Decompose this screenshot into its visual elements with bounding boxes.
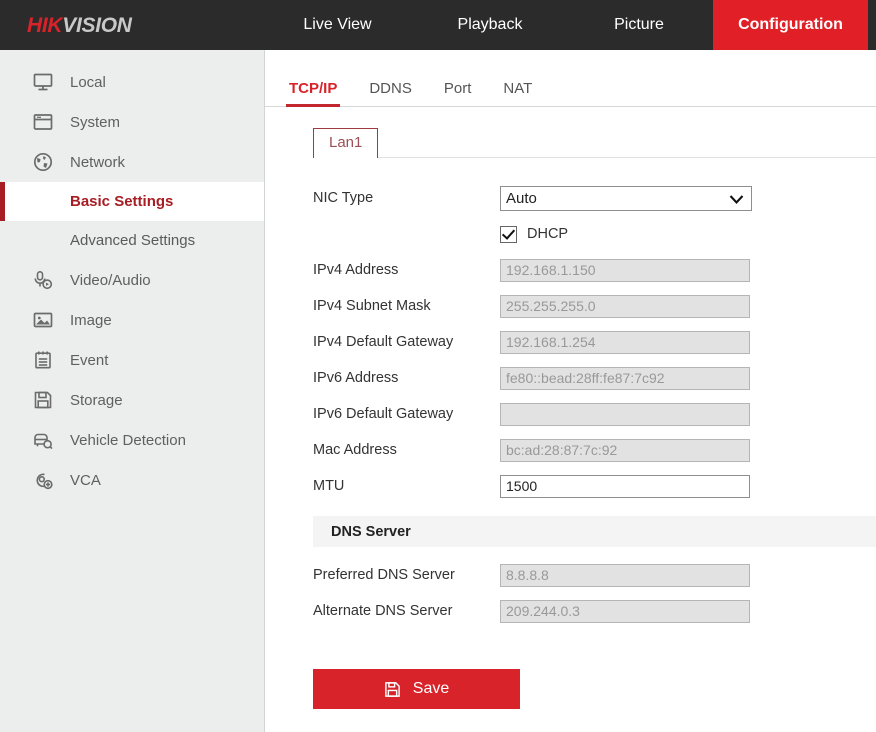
- globe-icon: [30, 149, 56, 175]
- window-icon: [30, 109, 56, 135]
- hikvision-logo: HIKVISION: [0, 0, 260, 50]
- sidebar-item-label: Network: [70, 155, 125, 170]
- form-row-mac-address: Mac Address: [313, 432, 876, 468]
- sidebar-item-event[interactable]: Event: [0, 340, 264, 380]
- form-row-ipv6-default-gateway: IPv6 Default Gateway: [313, 396, 876, 432]
- top-navigation: Live View Playback Picture Configuration: [260, 0, 876, 50]
- ipv6-default-gateway-label: IPv6 Default Gateway: [313, 406, 500, 422]
- alternate-dns-input[interactable]: [500, 600, 750, 623]
- notepad-icon: [30, 347, 56, 373]
- ipv4-subnet-mask-label: IPv4 Subnet Mask: [313, 298, 500, 314]
- dhcp-checkbox[interactable]: [500, 226, 517, 243]
- logo-hik-text: HIK: [27, 14, 62, 37]
- sidebar-item-label: Video/Audio: [70, 273, 151, 288]
- sidebar-item-local[interactable]: Local: [0, 62, 264, 102]
- top-header-bar: HIKVISION Live View Playback Picture Con…: [0, 0, 876, 50]
- sidebar-item-basic-settings[interactable]: Basic Settings: [0, 182, 264, 221]
- nav-item-live-view[interactable]: Live View: [260, 0, 415, 50]
- logo-vision-text: VISION: [62, 14, 131, 37]
- preferred-dns-label: Preferred DNS Server: [313, 567, 500, 583]
- form-row-ipv4-default-gateway: IPv4 Default Gateway: [313, 324, 876, 360]
- nav-item-configuration[interactable]: Configuration: [713, 0, 868, 50]
- picture-icon: [30, 307, 56, 333]
- nic-type-select-wrapper[interactable]: Auto: [500, 186, 752, 211]
- vca-icon: [30, 467, 56, 493]
- save-button-label: Save: [413, 680, 449, 698]
- ipv6-address-label: IPv6 Address: [313, 370, 500, 386]
- sidebar-item-storage[interactable]: Storage: [0, 380, 264, 420]
- nic-type-label: NIC Type: [313, 190, 500, 206]
- form-row-ipv4-subnet-mask: IPv4 Subnet Mask: [313, 288, 876, 324]
- sidebar-item-label: Image: [70, 313, 112, 328]
- ipv4-default-gateway-label: IPv4 Default Gateway: [313, 334, 500, 350]
- sidebar-item-vehicle-detection[interactable]: Vehicle Detection: [0, 420, 264, 460]
- form-row-mtu: MTU: [313, 468, 876, 504]
- mtu-input[interactable]: [500, 475, 750, 498]
- form-row-nic-type: NIC Type Auto: [313, 180, 876, 216]
- main-content: TCP/IP DDNS Port NAT Lan1 NIC Type Auto: [265, 50, 876, 732]
- sidebar-item-video-audio[interactable]: Video/Audio: [0, 260, 264, 300]
- save-button[interactable]: Save: [313, 669, 520, 709]
- ipv4-address-label: IPv4 Address: [313, 262, 500, 278]
- tab-tcpip[interactable]: TCP/IP: [289, 80, 337, 106]
- alternate-dns-label: Alternate DNS Server: [313, 603, 500, 619]
- nic-type-select[interactable]: Auto: [500, 186, 752, 211]
- form-row-ipv6-address: IPv6 Address: [313, 360, 876, 396]
- tab-nat[interactable]: NAT: [503, 80, 532, 106]
- sidebar-subitem-label: Basic Settings: [70, 193, 173, 210]
- ipv4-address-input[interactable]: [500, 259, 750, 282]
- lan-tab-bar: Lan1: [313, 125, 876, 158]
- sidebar-navigation: Local System Network: [0, 50, 265, 732]
- save-button-area: Save: [265, 669, 876, 709]
- sidebar-item-network[interactable]: Network: [0, 142, 264, 182]
- mac-address-label: Mac Address: [313, 442, 500, 458]
- sidebar-item-image[interactable]: Image: [0, 300, 264, 340]
- floppy-disk-icon: [384, 681, 401, 698]
- mac-address-input[interactable]: [500, 439, 750, 462]
- nav-item-playback[interactable]: Playback: [415, 0, 565, 50]
- tcpip-form: NIC Type Auto DHCP IPv4 Address IPv4 Sub…: [265, 180, 876, 504]
- vehicle-search-icon: [30, 427, 56, 453]
- sidebar-item-label: VCA: [70, 473, 101, 488]
- nav-item-picture[interactable]: Picture: [565, 0, 713, 50]
- preferred-dns-input[interactable]: [500, 564, 750, 587]
- tab-port[interactable]: Port: [444, 80, 472, 106]
- form-row-preferred-dns: Preferred DNS Server: [313, 557, 876, 593]
- form-row-ipv4-address: IPv4 Address: [313, 252, 876, 288]
- page-body: Local System Network: [0, 50, 876, 732]
- ipv4-default-gateway-input[interactable]: [500, 331, 750, 354]
- sidebar-item-advanced-settings[interactable]: Advanced Settings: [0, 221, 264, 260]
- form-row-alternate-dns: Alternate DNS Server: [313, 593, 876, 629]
- sidebar-item-label: Storage: [70, 393, 123, 408]
- ipv4-subnet-mask-input[interactable]: [500, 295, 750, 318]
- sidebar-item-vca[interactable]: VCA: [0, 460, 264, 500]
- dns-server-section-header: DNS Server: [313, 516, 876, 547]
- content-tab-bar: TCP/IP DDNS Port NAT: [265, 63, 876, 107]
- tab-lan1[interactable]: Lan1: [313, 128, 378, 158]
- dns-form: Preferred DNS Server Alternate DNS Serve…: [265, 557, 876, 629]
- mtu-label: MTU: [313, 478, 500, 494]
- ipv6-default-gateway-input[interactable]: [500, 403, 750, 426]
- sidebar-item-label: System: [70, 115, 120, 130]
- floppy-disk-icon: [30, 387, 56, 413]
- sidebar-item-system[interactable]: System: [0, 102, 264, 142]
- tab-ddns[interactable]: DDNS: [369, 80, 412, 106]
- form-row-dhcp: DHCP: [313, 216, 876, 252]
- microphone-play-icon: [30, 267, 56, 293]
- dhcp-label: DHCP: [527, 226, 568, 242]
- ipv6-address-input[interactable]: [500, 367, 750, 390]
- sidebar-item-label: Event: [70, 353, 108, 368]
- sidebar-item-label: Local: [70, 75, 106, 90]
- sidebar-item-label: Vehicle Detection: [70, 433, 186, 448]
- sidebar-subitem-label: Advanced Settings: [70, 232, 195, 249]
- dns-server-title: DNS Server: [331, 524, 411, 540]
- monitor-icon: [30, 69, 56, 95]
